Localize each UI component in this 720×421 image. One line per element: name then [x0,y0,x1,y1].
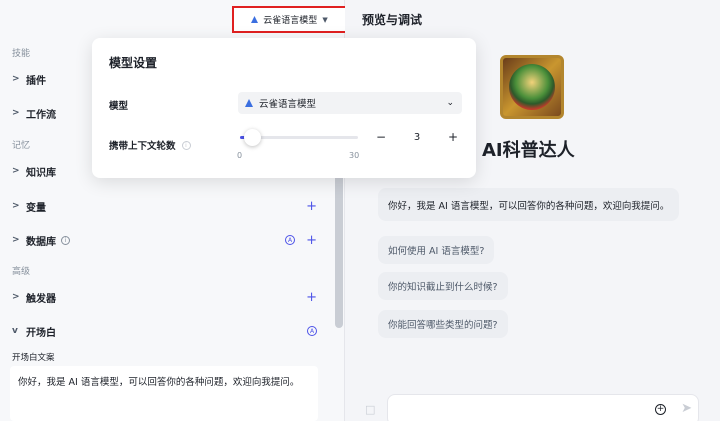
chevron-down-icon: ⌄ [446,98,454,108]
section-skills: 技能 [12,49,31,59]
chevron-down-icon: v [12,326,18,336]
sidebar-item-triggers[interactable]: > 触发器 + [0,284,335,310]
sidebar-item-label: 插件 [26,75,46,87]
model-selector-button[interactable]: 云雀语言模型 ▼ [232,6,347,33]
section-memory: 记忆 [12,141,31,151]
sidebar-item-label: 开场白 [26,327,56,339]
add-database-button[interactable]: + [306,233,317,248]
context-turns-slider[interactable] [240,129,358,146]
preview-title: 预览与调试 [362,13,423,27]
auto-icon[interactable]: A [285,235,295,245]
suggested-question[interactable]: 如何使用 AI 语言模型? [378,236,495,264]
sidebar-item-label: 工作流 [26,109,56,121]
context-turns-label: 携带上下文轮数 i [109,138,191,152]
chevron-right-icon: > [12,235,20,245]
greeting-message: 你好，我是 AI 语言模型，可以回答你的各种问题，欢迎向我提问。 [378,188,680,221]
stepper-value[interactable]: 3 [414,132,420,143]
auto-icon[interactable]: A [307,326,317,336]
decrement-button[interactable]: − [372,130,390,144]
send-icon[interactable]: ➤ [681,401,692,416]
sidebar-item-label: 变量 [26,202,46,214]
chevron-right-icon: > [12,166,20,176]
suggested-question[interactable]: 你能回答哪些类型的问题? [378,310,508,338]
bot-name: AI科普达人 [482,140,575,161]
suggested-question[interactable]: 你的知识截止到什么时候? [378,272,508,300]
model-select[interactable]: 云雀语言模型 ⌄ [238,92,462,114]
sidebar-item-variables[interactable]: > 变量 + [0,193,335,219]
info-icon[interactable]: i [181,140,191,150]
message-input[interactable]: + ➤ [387,394,699,421]
section-advanced: 高级 [12,267,31,277]
popover-title: 模型设置 [109,56,158,70]
model-logo-icon [245,99,253,107]
model-selector-label: 云雀语言模型 [263,16,318,26]
sidebar-item-label: 知识库 [26,167,56,179]
opening-copy-input[interactable]: 你好，我是 AI 语言模型，可以回答你的各种问题，欢迎向我提问。 [10,366,318,421]
context-turns-text: 携带上下文轮数 [109,141,176,152]
add-variable-button[interactable]: + [306,199,317,214]
slider-thumb[interactable] [243,129,261,146]
clear-history-icon[interactable]: □ [365,403,375,416]
increment-button[interactable]: + [444,130,462,144]
bot-avatar [500,55,564,119]
slider-min-label: 0 [237,151,243,160]
add-trigger-button[interactable]: + [306,290,317,305]
chevron-right-icon: > [12,108,20,118]
sidebar-item-label: 数据库 [26,236,56,248]
add-attachment-icon[interactable]: + [655,404,666,415]
info-icon[interactable]: i [61,235,70,245]
sidebar-item-label: 触发器 [26,293,56,305]
sidebar-item-opening[interactable]: v 开场白 A [0,318,335,344]
model-logo-icon [251,16,259,23]
chevron-right-icon: > [12,292,20,302]
chevron-right-icon: > [12,201,20,211]
context-turns-stepper[interactable]: − 3 + [372,126,462,148]
model-label: 模型 [109,101,129,112]
chevron-right-icon: > [12,74,20,84]
model-settings-popover: 模型设置 模型 云雀语言模型 ⌄ 携带上下文轮数 i 0 30 − 3 + [92,38,476,178]
slider-max-label: 30 [349,151,360,160]
opening-copy-label: 开场白文案 [12,353,55,363]
model-select-value: 云雀语言模型 [259,99,317,110]
sidebar-item-database[interactable]: > 数据库 i A + [0,227,335,253]
caret-down-icon: ▼ [322,15,328,24]
